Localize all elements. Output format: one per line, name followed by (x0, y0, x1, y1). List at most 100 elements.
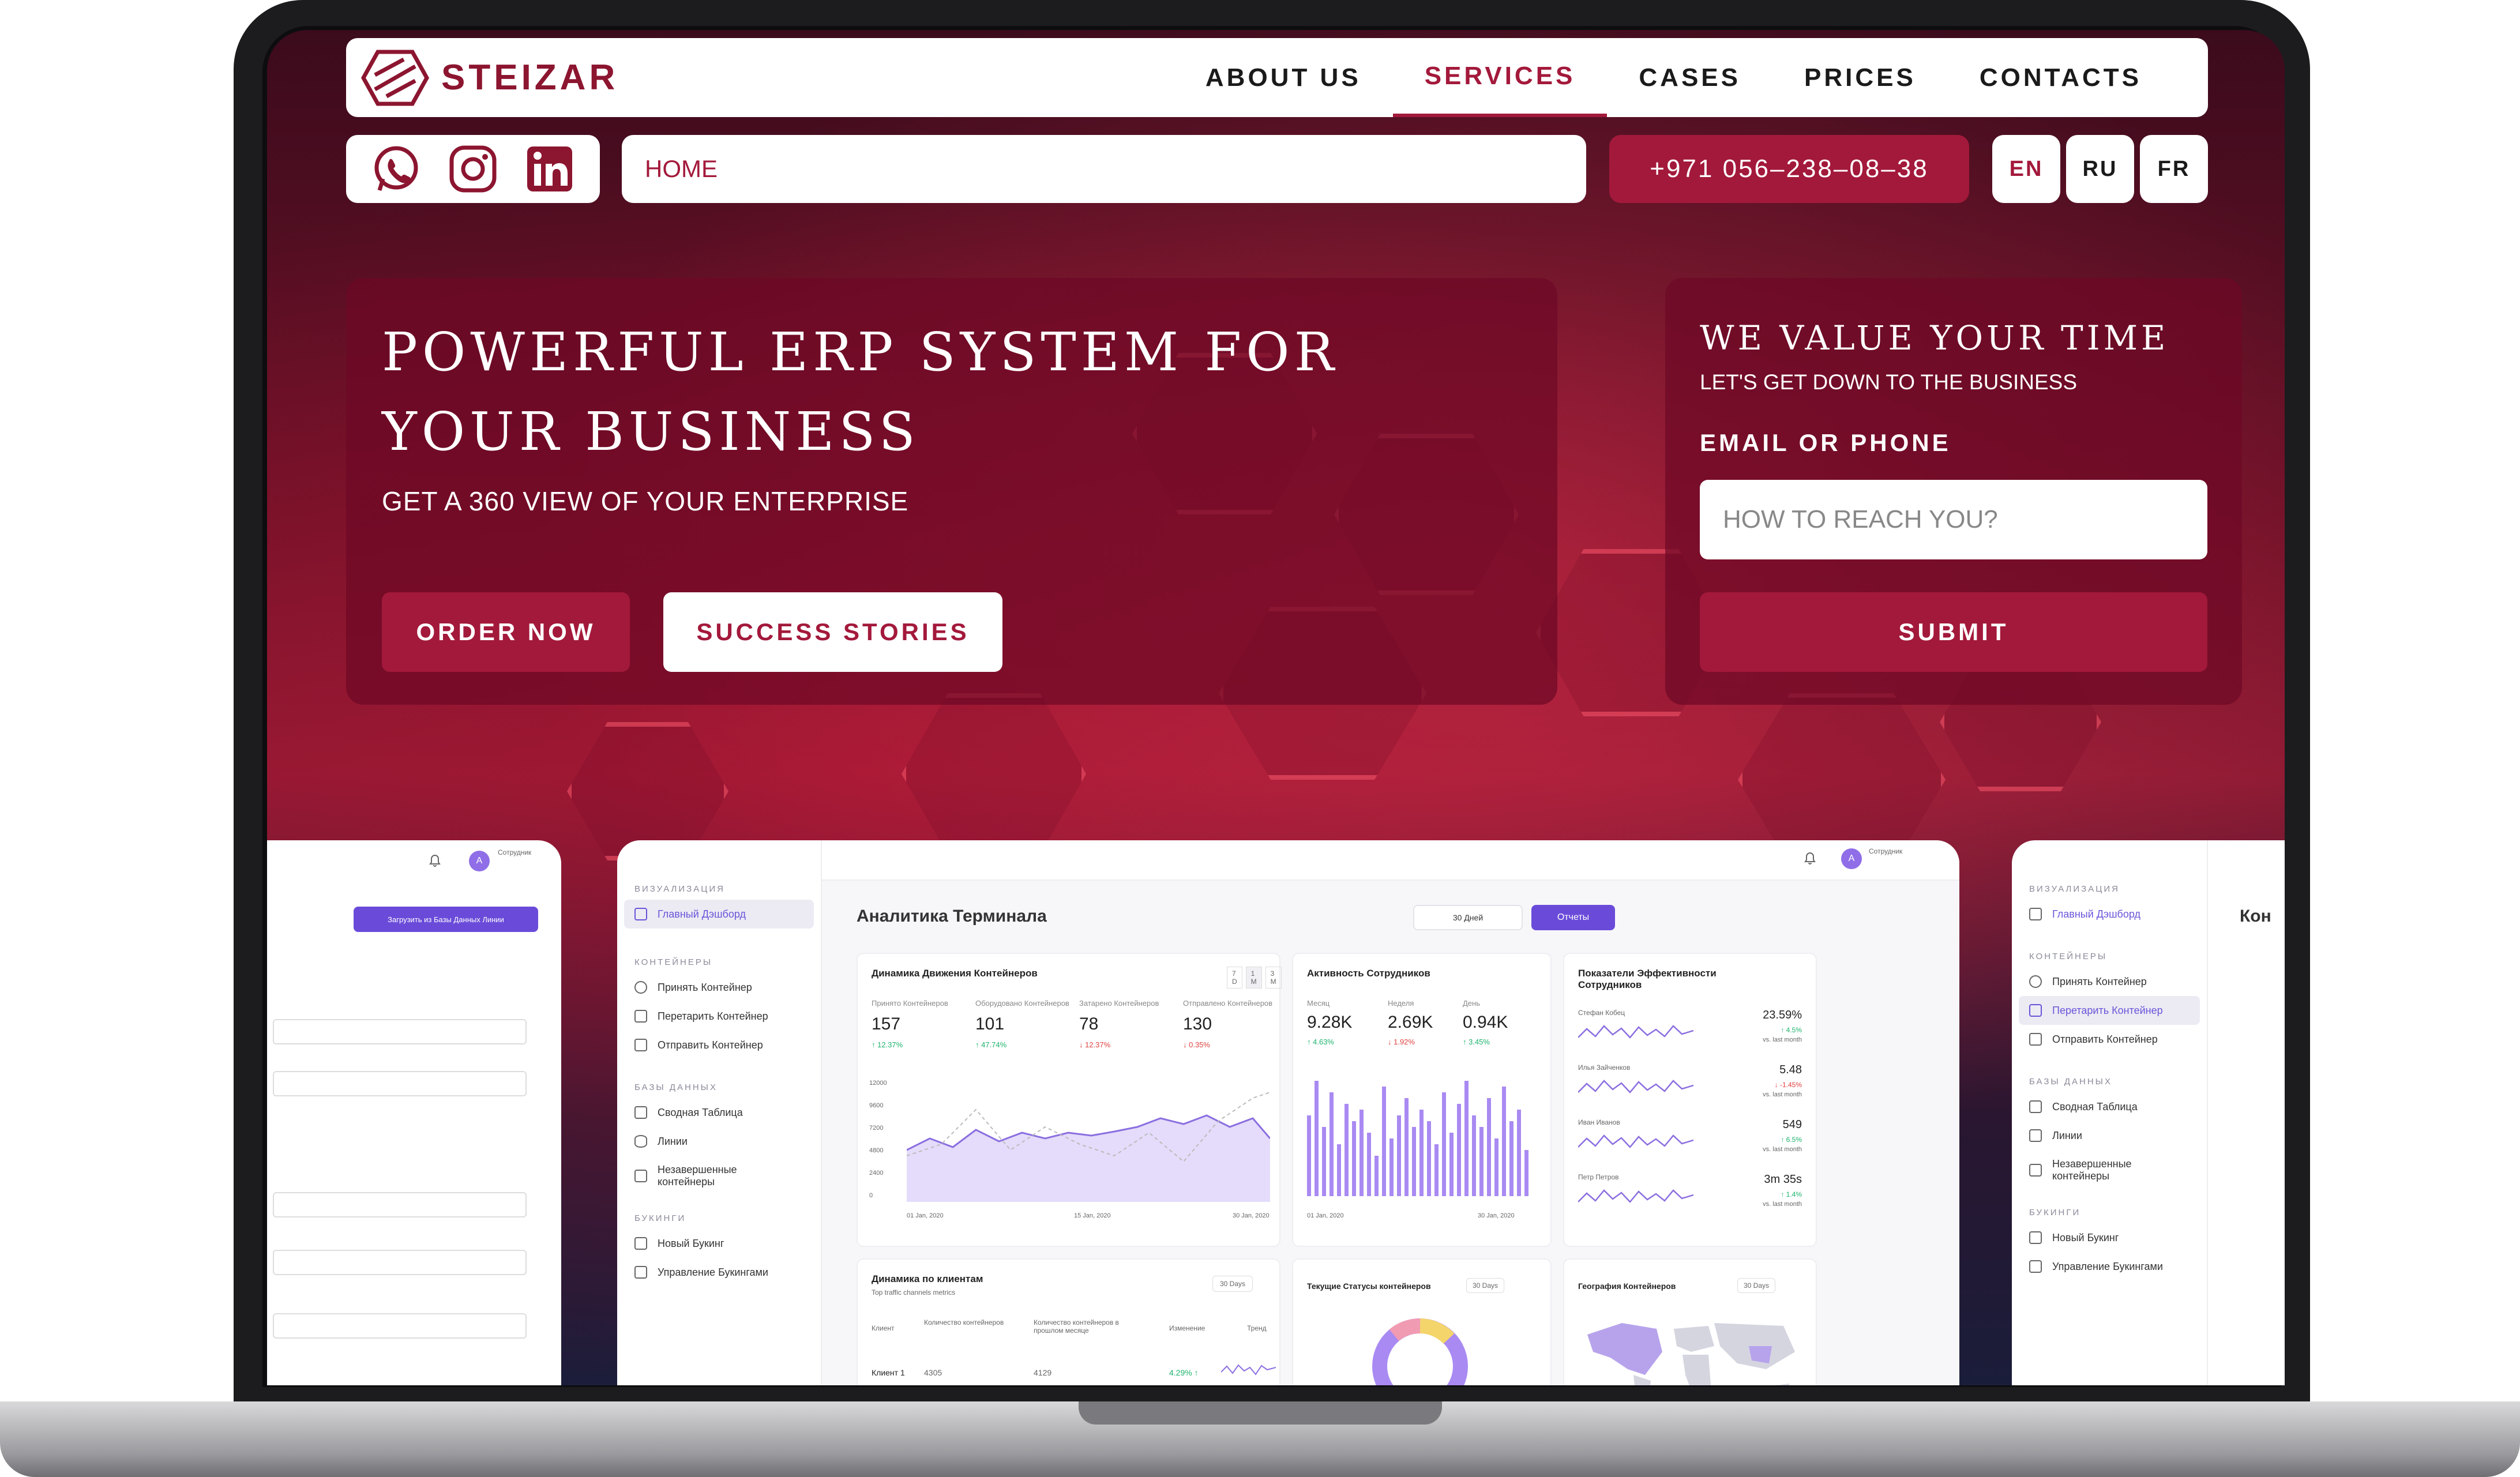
activity-bar (1389, 1138, 1394, 1196)
period-select[interactable]: 30 Days (1466, 1278, 1505, 1293)
trend-sparkline (1221, 1364, 1276, 1375)
movement-line-chart (907, 1092, 1270, 1202)
nav-cases[interactable]: CASES (1607, 38, 1772, 117)
employee-name: Петр Петров (1578, 1173, 1619, 1181)
range-3m[interactable]: 3 M (1265, 967, 1282, 989)
range-7d[interactable]: 7 D (1227, 967, 1242, 989)
avatar[interactable]: A (1841, 848, 1862, 869)
submit-button[interactable]: SUBMIT (1700, 592, 2207, 672)
efficiency-row: Стефан Кобец 23.59% ↑ 4.5% vs. last month (1564, 1009, 1816, 1061)
col-header: Изменение (1169, 1324, 1205, 1332)
activity-bar (1494, 1138, 1499, 1196)
efficiency-panel: Показатели Эффективности Сотрудников Сте… (1563, 953, 1817, 1247)
x-tick: 01 Jan, 2020 (907, 1212, 944, 1219)
instagram-icon[interactable] (447, 143, 499, 195)
home-icon (2029, 908, 2042, 920)
form-title: WE VALUE YOUR TIME (1700, 318, 2169, 358)
bell-icon[interactable] (1802, 851, 1817, 866)
sidebar-item-repack[interactable]: Перетарить Контейнер (617, 1002, 821, 1031)
x-tick: 15 Jan, 2020 (1074, 1212, 1111, 1219)
bell-icon[interactable] (427, 853, 442, 868)
sidebar-item-unfinished[interactable]: Незавершенные контейнеры (2012, 1150, 2207, 1190)
panel-title: Динамика Движения Контейнеров (872, 968, 1038, 979)
sidebar-item-accept[interactable]: Принять Контейнер (617, 973, 821, 1002)
phone-button[interactable]: +971 056–238–08–38 (1609, 135, 1969, 203)
kpi-change: ↑ 47.74% (975, 1040, 1007, 1049)
whatsapp-icon[interactable] (370, 143, 422, 195)
text-field[interactable] (273, 1313, 527, 1339)
activity-bar (1374, 1156, 1379, 1196)
kpi-label: Неделя (1388, 999, 1414, 1008)
activity-bar (1472, 1115, 1476, 1196)
employee-name: Стефан Кобец (1578, 1009, 1625, 1017)
sidebar-item-unfinished[interactable]: Незавершенные контейнеры (617, 1156, 821, 1196)
order-now-button[interactable]: ORDER NOW (382, 592, 630, 672)
activity-bar (1524, 1150, 1528, 1196)
sidebar-item-new-booking[interactable]: Новый Букинг (2012, 1223, 2207, 1252)
nav-contacts[interactable]: CONTACTS (1948, 38, 2173, 117)
nav-prices[interactable]: PRICES (1772, 38, 1948, 117)
brand-logo[interactable]: STEIZAR (360, 49, 618, 107)
y-tick: 4800 (869, 1147, 884, 1154)
sidebar-item-lines[interactable]: Линии (617, 1127, 821, 1156)
sidebar-item-main-dashboard[interactable]: Главный Дэшборд (2012, 900, 2207, 929)
activity-bar (1322, 1127, 1326, 1196)
kpi-label: Месяц (1307, 999, 1330, 1008)
sidebar-item-label: Новый Букинг (658, 1237, 724, 1249)
sidebar-item-lines[interactable]: Линии (2012, 1121, 2207, 1150)
employee-value: 549 (1782, 1118, 1802, 1131)
upload-db-button[interactable]: Загрузить из Базы Данных Линии (354, 907, 538, 932)
sidebar-item-summary[interactable]: Сводная Таблица (617, 1098, 821, 1127)
sidebar-item-manage-bookings[interactable]: Управление Букингами (617, 1258, 821, 1287)
period-select[interactable]: 30 Дней (1413, 905, 1523, 930)
sidebar-section: ВИЗУАЛИЗАЦИЯ (634, 884, 725, 894)
range-1m[interactable]: 1 M (1245, 967, 1262, 989)
sidebar-item-accept[interactable]: Принять Контейнер (2012, 967, 2207, 996)
clients-panel: Динамика по клиентам Top traffic channel… (857, 1258, 1280, 1385)
y-tick: 12000 (869, 1080, 887, 1087)
contact-input[interactable] (1700, 480, 2207, 559)
sidebar-item-new-booking[interactable]: Новый Букинг (617, 1229, 821, 1258)
activity-panel: Активность Сотрудников Месяц 9.28K ↑ 4.6… (1292, 953, 1552, 1247)
employee-change: ↓ -1.45% (1774, 1081, 1802, 1089)
activity-bar (1330, 1092, 1334, 1196)
table-cell: 4129 (1034, 1368, 1052, 1377)
activity-bar (1509, 1121, 1513, 1196)
lang-ru[interactable]: RU (2066, 135, 2134, 203)
sidebar-item-send[interactable]: Отправить Контейнер (2012, 1025, 2207, 1054)
sidebar-item-manage-bookings[interactable]: Управление Букингами (2012, 1252, 2207, 1281)
avatar[interactable]: A (469, 851, 490, 871)
period-label: 30 Дней (1452, 913, 1484, 922)
activity-bar (1337, 1144, 1341, 1196)
reports-button[interactable]: Отчеты (1531, 905, 1615, 930)
lang-fr[interactable]: FR (2140, 135, 2208, 203)
top-navbar: STEIZAR ABOUT US SERVICES CASES PRICES C… (346, 38, 2208, 117)
employee-value: 5.48 (1779, 1063, 1802, 1076)
success-stories-button[interactable]: SUCCESS STORIES (663, 592, 1002, 672)
period-select[interactable]: 30 Days (1737, 1278, 1776, 1293)
col-header: Количество контейнеров в прошлом месяце (1034, 1318, 1119, 1335)
kpi-change: ↓ 1.92% (1388, 1038, 1415, 1046)
col-header: Клиент (872, 1324, 895, 1332)
select-field[interactable] (273, 1019, 527, 1044)
text-field[interactable] (273, 1071, 527, 1096)
lang-en[interactable]: EN (1992, 135, 2060, 203)
linkedin-icon[interactable] (524, 143, 576, 195)
nav-services[interactable]: SERVICES (1392, 38, 1608, 117)
bg-hex (567, 722, 728, 860)
select-field[interactable] (273, 1192, 527, 1217)
sidebar-section: КОНТЕЙНЕРЫ (2029, 952, 2108, 961)
sidebar-item-send[interactable]: Отправить Контейнер (617, 1031, 821, 1059)
sidebar-item-repack[interactable]: Перетарить Контейнер (2019, 996, 2200, 1025)
sidebar-item-summary[interactable]: Сводная Таблица (2012, 1092, 2207, 1121)
social-links (346, 135, 600, 203)
employee-sparkline (1578, 1189, 1693, 1203)
activity-bar (1419, 1110, 1424, 1196)
period-select[interactable]: 30 Days (1212, 1276, 1253, 1292)
panel-subtitle: Top traffic channels metrics (872, 1288, 956, 1296)
text-field[interactable] (273, 1250, 527, 1275)
breadcrumb[interactable]: HOME (622, 135, 1586, 203)
kpi-change: ↓ 12.37% (1079, 1040, 1111, 1049)
sidebar-item-main-dashboard[interactable]: Главный Дэшборд (624, 900, 814, 929)
nav-about-us[interactable]: ABOUT US (1174, 38, 1393, 117)
